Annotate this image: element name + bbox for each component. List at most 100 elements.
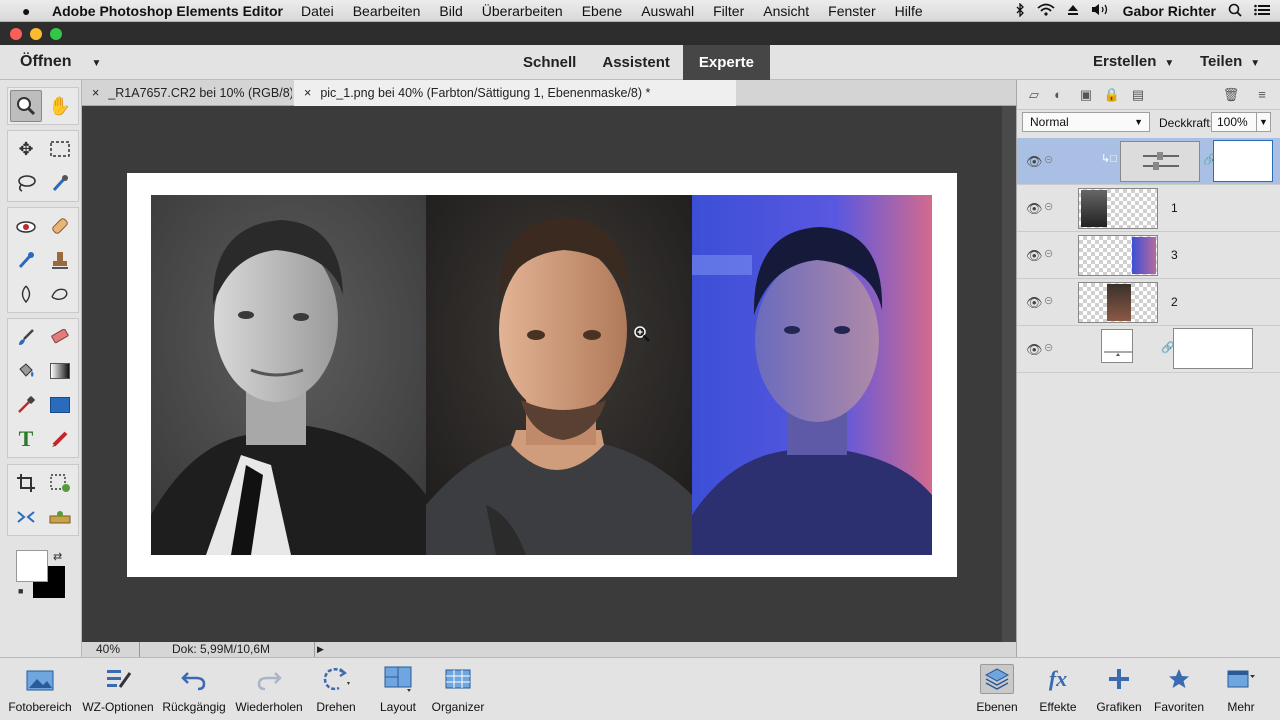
- eraser-tool-icon[interactable]: [44, 321, 76, 353]
- layout-button[interactable]: Layout: [368, 658, 428, 720]
- menu-bearbeiten[interactable]: Bearbeiten: [353, 3, 421, 19]
- foreground-color-swatch[interactable]: [16, 550, 48, 582]
- visibility-eye-icon[interactable]: 👁: [1026, 201, 1043, 217]
- new-adjustment-layer-icon[interactable]: ◐: [1049, 87, 1067, 103]
- clone-stamp-tool-icon[interactable]: [44, 244, 76, 276]
- layer-row-3[interactable]: 👁 ⊝ 3: [1017, 232, 1280, 279]
- layer-row-1[interactable]: 👁 ⊝ 1: [1017, 185, 1280, 232]
- zoom-tool-icon[interactable]: [10, 90, 42, 122]
- favorites-panel-button[interactable]: Favoriten: [1150, 658, 1208, 720]
- link-icon[interactable]: ⊝: [1044, 247, 1053, 260]
- type-tool-icon[interactable]: T: [10, 423, 42, 455]
- hand-tool-icon[interactable]: ✋: [44, 90, 76, 122]
- vertical-scrollbar[interactable]: [1002, 106, 1016, 642]
- photo-bin-button[interactable]: Fotobereich: [0, 658, 80, 720]
- close-window-button[interactable]: [10, 28, 22, 40]
- brush-tool-icon[interactable]: [10, 321, 42, 353]
- mode-experte[interactable]: Experte: [682, 45, 770, 80]
- add-layer-mask-icon[interactable]: ▣: [1077, 87, 1095, 103]
- shape-tool-icon[interactable]: [44, 389, 76, 421]
- status-menu-arrow-icon[interactable]: ▶: [314, 642, 326, 657]
- layer-row-2[interactable]: 👁 ⊝ 2: [1017, 279, 1280, 326]
- panel-menu-icon[interactable]: ≡: [1253, 87, 1271, 103]
- paint-bucket-tool-icon[interactable]: [10, 355, 42, 387]
- red-eye-tool-icon[interactable]: [10, 210, 42, 242]
- eyedropper-tool-icon[interactable]: [10, 389, 42, 421]
- recompose-tool-icon[interactable]: [44, 467, 76, 499]
- tool-options-button[interactable]: WZ-Optionen: [78, 658, 158, 720]
- layer-mask-thumbnail[interactable]: [1173, 328, 1253, 369]
- visibility-eye-icon[interactable]: 👁: [1026, 342, 1043, 358]
- volume-icon[interactable]: [1091, 3, 1111, 19]
- create-button[interactable]: Erstellen ▼: [1093, 53, 1174, 70]
- gradient-tool-icon[interactable]: [44, 355, 76, 387]
- straighten-tool-icon[interactable]: [44, 501, 76, 533]
- smart-brush-tool-icon[interactable]: [10, 244, 42, 276]
- minimize-window-button[interactable]: [30, 28, 42, 40]
- menu-filter[interactable]: Filter: [713, 3, 744, 19]
- quick-selection-tool-icon[interactable]: [44, 167, 76, 199]
- open-button[interactable]: Öffnen ▼: [20, 53, 101, 71]
- tab-document-1[interactable]: × _R1A7657.CR2 bei 10% (RGB/8): [82, 80, 292, 106]
- link-icon[interactable]: ⊝: [1044, 341, 1053, 354]
- zoom-level[interactable]: 40%: [82, 642, 140, 657]
- lasso-tool-icon[interactable]: [10, 167, 42, 199]
- menu-ebene[interactable]: Ebene: [582, 3, 622, 19]
- app-menu[interactable]: Adobe Photoshop Elements Editor: [52, 3, 283, 19]
- menu-bild[interactable]: Bild: [439, 3, 462, 19]
- lock-all-icon[interactable]: 🔒: [1103, 87, 1121, 103]
- blur-tool-icon[interactable]: [10, 278, 42, 310]
- zoom-window-button[interactable]: [50, 28, 62, 40]
- spotlight-search-icon[interactable]: [1228, 3, 1242, 20]
- content-aware-move-tool-icon[interactable]: [10, 501, 42, 533]
- marquee-tool-icon[interactable]: [44, 133, 76, 165]
- wifi-icon[interactable]: [1037, 3, 1055, 19]
- menu-fenster[interactable]: Fenster: [828, 3, 875, 19]
- organizer-button[interactable]: Organizer: [428, 658, 488, 720]
- menu-datei[interactable]: Datei: [301, 3, 334, 19]
- bluetooth-icon[interactable]: [1015, 1, 1025, 20]
- menu-ansicht[interactable]: Ansicht: [763, 3, 809, 19]
- layer-row-adjustment[interactable]: 👁 ⊝ ↳□ 🔗: [1017, 138, 1280, 185]
- menu-auswahl[interactable]: Auswahl: [641, 3, 694, 19]
- user-name[interactable]: Gabor Richter: [1123, 3, 1216, 19]
- layer-row-background[interactable]: 👁 ⊝ 🔗: [1017, 326, 1280, 373]
- lock-transparent-icon[interactable]: ▤: [1129, 87, 1147, 103]
- layers-panel-button[interactable]: Ebenen: [968, 658, 1026, 720]
- apple-icon[interactable]: ●: [22, 3, 38, 19]
- visibility-eye-icon[interactable]: 👁: [1026, 295, 1043, 311]
- new-layer-icon[interactable]: ▱: [1025, 87, 1043, 103]
- mode-schnell[interactable]: Schnell: [510, 45, 589, 80]
- crop-tool-icon[interactable]: [10, 467, 42, 499]
- tab-document-2[interactable]: × pic_1.png bei 40% (Farbton/Sättigung 1,…: [294, 80, 736, 106]
- undo-button[interactable]: Rückgängig: [158, 658, 230, 720]
- move-tool-icon[interactable]: ✥: [10, 133, 42, 165]
- default-colors-icon[interactable]: ■: [18, 586, 23, 596]
- effects-panel-button[interactable]: fx Effekte: [1030, 658, 1086, 720]
- menu-hilfe[interactable]: Hilfe: [895, 3, 923, 19]
- link-icon[interactable]: ⊝: [1044, 153, 1053, 166]
- menu-ueberarbeiten[interactable]: Überarbeiten: [482, 3, 563, 19]
- sponge-tool-icon[interactable]: [44, 278, 76, 310]
- spot-healing-tool-icon[interactable]: [44, 210, 76, 242]
- rotate-button[interactable]: Drehen: [308, 658, 364, 720]
- delete-layer-icon[interactable]: 🗑: [1222, 87, 1240, 103]
- notification-center-icon[interactable]: [1254, 4, 1270, 19]
- graphics-panel-button[interactable]: Grafiken: [1090, 658, 1148, 720]
- close-tab-icon[interactable]: ×: [304, 86, 311, 100]
- chevron-down-icon[interactable]: ▼: [1256, 113, 1270, 131]
- mode-assistent[interactable]: Assistent: [589, 45, 683, 80]
- eject-icon[interactable]: [1067, 4, 1079, 19]
- layer-mask-thumbnail[interactable]: [1213, 140, 1273, 182]
- redo-button[interactable]: Wiederholen: [230, 658, 308, 720]
- swap-colors-icon[interactable]: ⇄: [53, 550, 62, 563]
- link-icon[interactable]: ⊝: [1044, 200, 1053, 213]
- visibility-eye-icon[interactable]: 👁: [1026, 154, 1043, 170]
- pencil-tool-icon[interactable]: [44, 423, 76, 455]
- link-icon[interactable]: ⊝: [1044, 294, 1053, 307]
- opacity-input[interactable]: 100% ▼: [1211, 112, 1271, 132]
- share-button[interactable]: Teilen ▼: [1200, 53, 1260, 70]
- blend-mode-select[interactable]: Normal ▼: [1022, 112, 1150, 132]
- visibility-eye-icon[interactable]: 👁: [1026, 248, 1043, 264]
- close-tab-icon[interactable]: ×: [92, 86, 99, 100]
